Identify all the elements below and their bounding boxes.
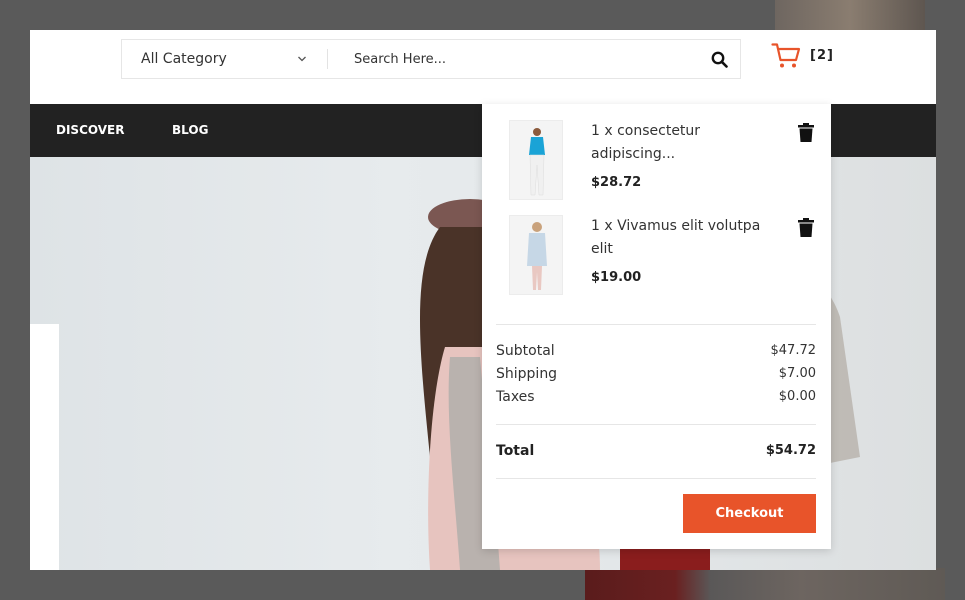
subtotal-label: Subtotal — [496, 343, 555, 359]
total-label: Total — [496, 443, 535, 459]
cart-divider — [496, 324, 816, 325]
search-bar: All Category — [121, 39, 741, 79]
cart-item-price: $28.72 — [591, 175, 642, 190]
cart-count: [2] — [810, 48, 834, 63]
cart-divider — [496, 478, 816, 479]
taxes-row: Taxes $0.00 — [496, 389, 816, 405]
search-input[interactable] — [328, 40, 698, 78]
chevron-down-icon — [298, 56, 306, 62]
cart-item: 1 x consectetur adipiscing... $28.72 — [509, 120, 819, 202]
nav-blog[interactable]: BLOG — [172, 123, 208, 137]
shipping-row: Shipping $7.00 — [496, 366, 816, 382]
subtotal-row: Subtotal $47.72 — [496, 343, 816, 359]
cart-item-name[interactable]: 1 x Vivamus elit volutpa elit — [591, 215, 781, 261]
shipping-label: Shipping — [496, 366, 558, 382]
search-button[interactable] — [698, 40, 740, 78]
category-select-value: All Category — [141, 51, 227, 67]
background-photo-top — [775, 0, 925, 30]
taxes-label: Taxes — [496, 389, 535, 405]
product-image — [510, 216, 562, 294]
nav-discover[interactable]: DISCOVER — [56, 123, 124, 137]
cart-item-name[interactable]: 1 x consectetur adipiscing... — [591, 120, 781, 166]
cart-item: 1 x Vivamus elit volutpa elit $19.00 — [509, 215, 819, 297]
cart-item-price: $19.00 — [591, 270, 642, 285]
cart-item-thumbnail[interactable] — [509, 215, 563, 295]
background-photo-bottom — [585, 568, 945, 600]
product-image — [510, 121, 562, 199]
trash-icon[interactable] — [797, 218, 815, 238]
search-icon — [711, 51, 728, 68]
cart-icon — [771, 43, 801, 68]
cart-divider — [496, 424, 816, 425]
subtotal-value: $47.72 — [770, 343, 817, 358]
cart-button[interactable]: [2] — [771, 42, 834, 69]
header: All Category [2] — [30, 30, 936, 104]
cart-item-thumbnail[interactable] — [509, 120, 563, 200]
total-row: Total $54.72 — [496, 443, 816, 459]
cart-dropdown: 1 x consectetur adipiscing... $28.72 1 x… — [482, 104, 831, 549]
category-select[interactable]: All Category — [122, 40, 327, 78]
trash-icon[interactable] — [797, 123, 815, 143]
shipping-value: $7.00 — [778, 366, 816, 381]
taxes-value: $0.00 — [778, 389, 816, 404]
total-value: $54.72 — [765, 443, 816, 458]
hero-side-panel — [30, 324, 59, 570]
checkout-button[interactable]: Checkout — [683, 494, 816, 533]
